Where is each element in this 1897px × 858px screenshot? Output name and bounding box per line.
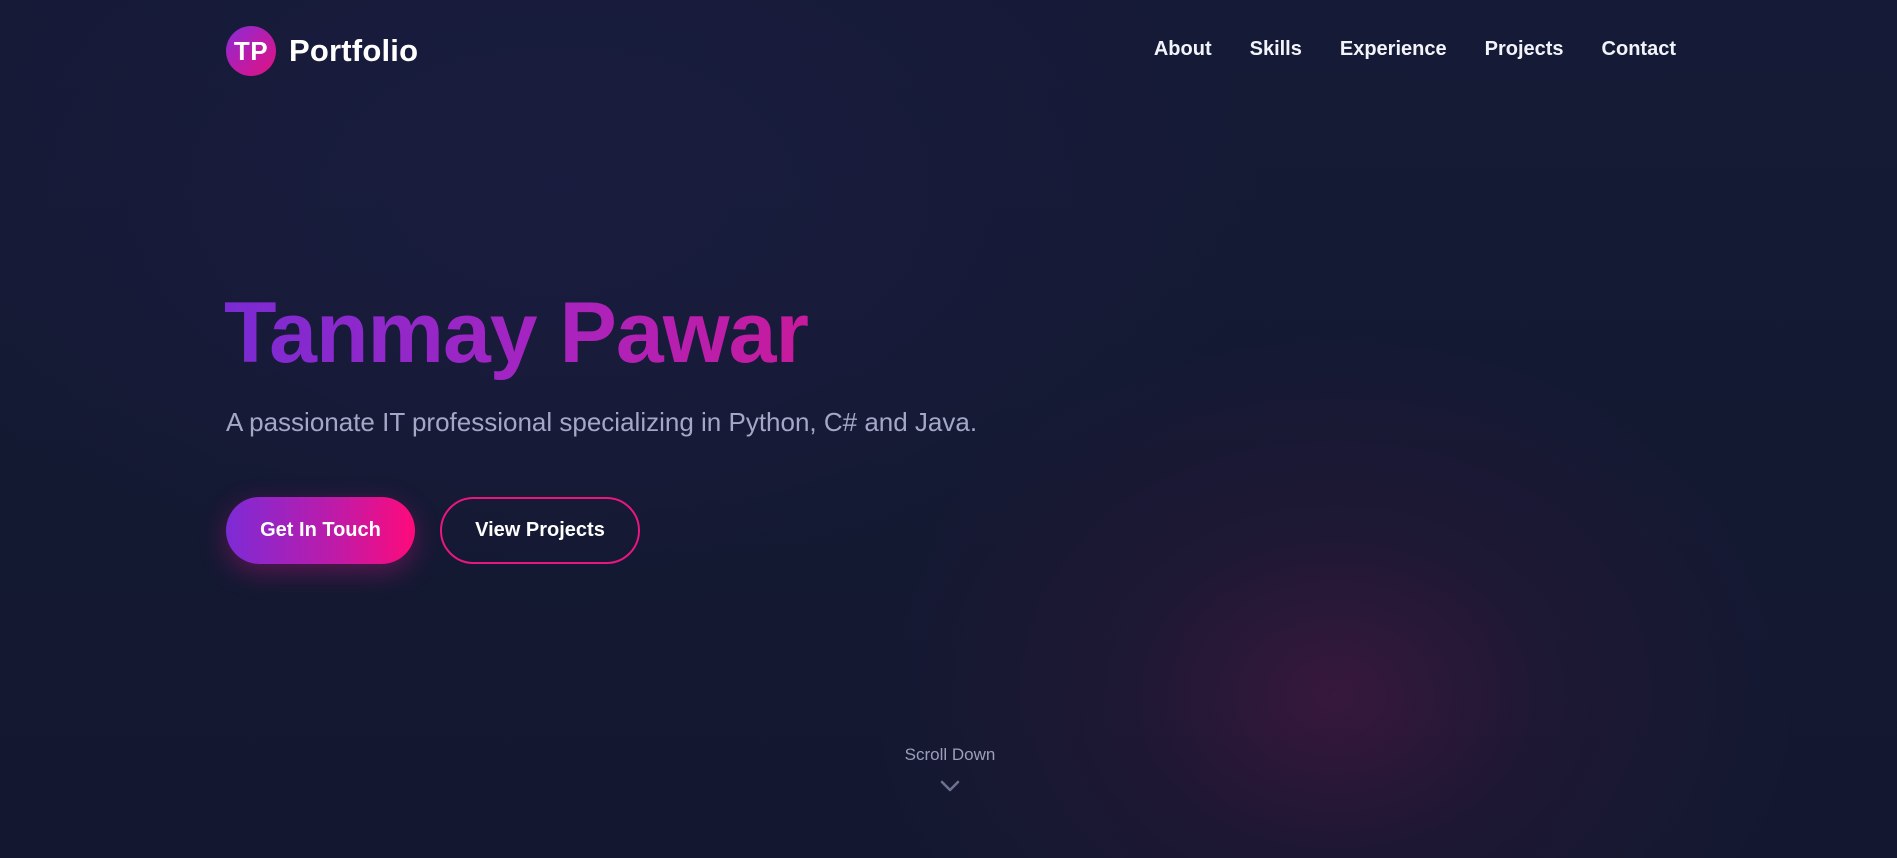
nav-link-contact[interactable]: Contact — [1602, 38, 1676, 61]
view-projects-button[interactable]: View Projects — [440, 497, 640, 564]
nav-link-skills[interactable]: Skills — [1250, 38, 1302, 61]
hero-tagline: A passionate IT professional specializin… — [226, 407, 978, 437]
brand-logo-link[interactable]: TP Portfolio — [226, 26, 418, 76]
nav-link-about[interactable]: About — [1154, 38, 1212, 61]
logo-badge: TP — [226, 26, 276, 76]
hero-name: Tanmay Pawar — [224, 285, 809, 381]
nav-link-experience[interactable]: Experience — [1340, 38, 1447, 61]
scroll-down-indicator[interactable]: Scroll Down — [850, 745, 1050, 825]
scroll-down-label: Scroll Down — [904, 745, 996, 764]
site-header: TP Portfolio About Skills Experience Pro… — [0, 0, 1897, 104]
get-in-touch-button[interactable]: Get In Touch — [226, 497, 415, 564]
chevron-down-icon — [940, 780, 960, 792]
nav-link-projects[interactable]: Projects — [1485, 38, 1564, 61]
brand-name: Portfolio — [289, 33, 419, 68]
main-nav: About Skills Experience Projects Contact — [1154, 38, 1676, 61]
